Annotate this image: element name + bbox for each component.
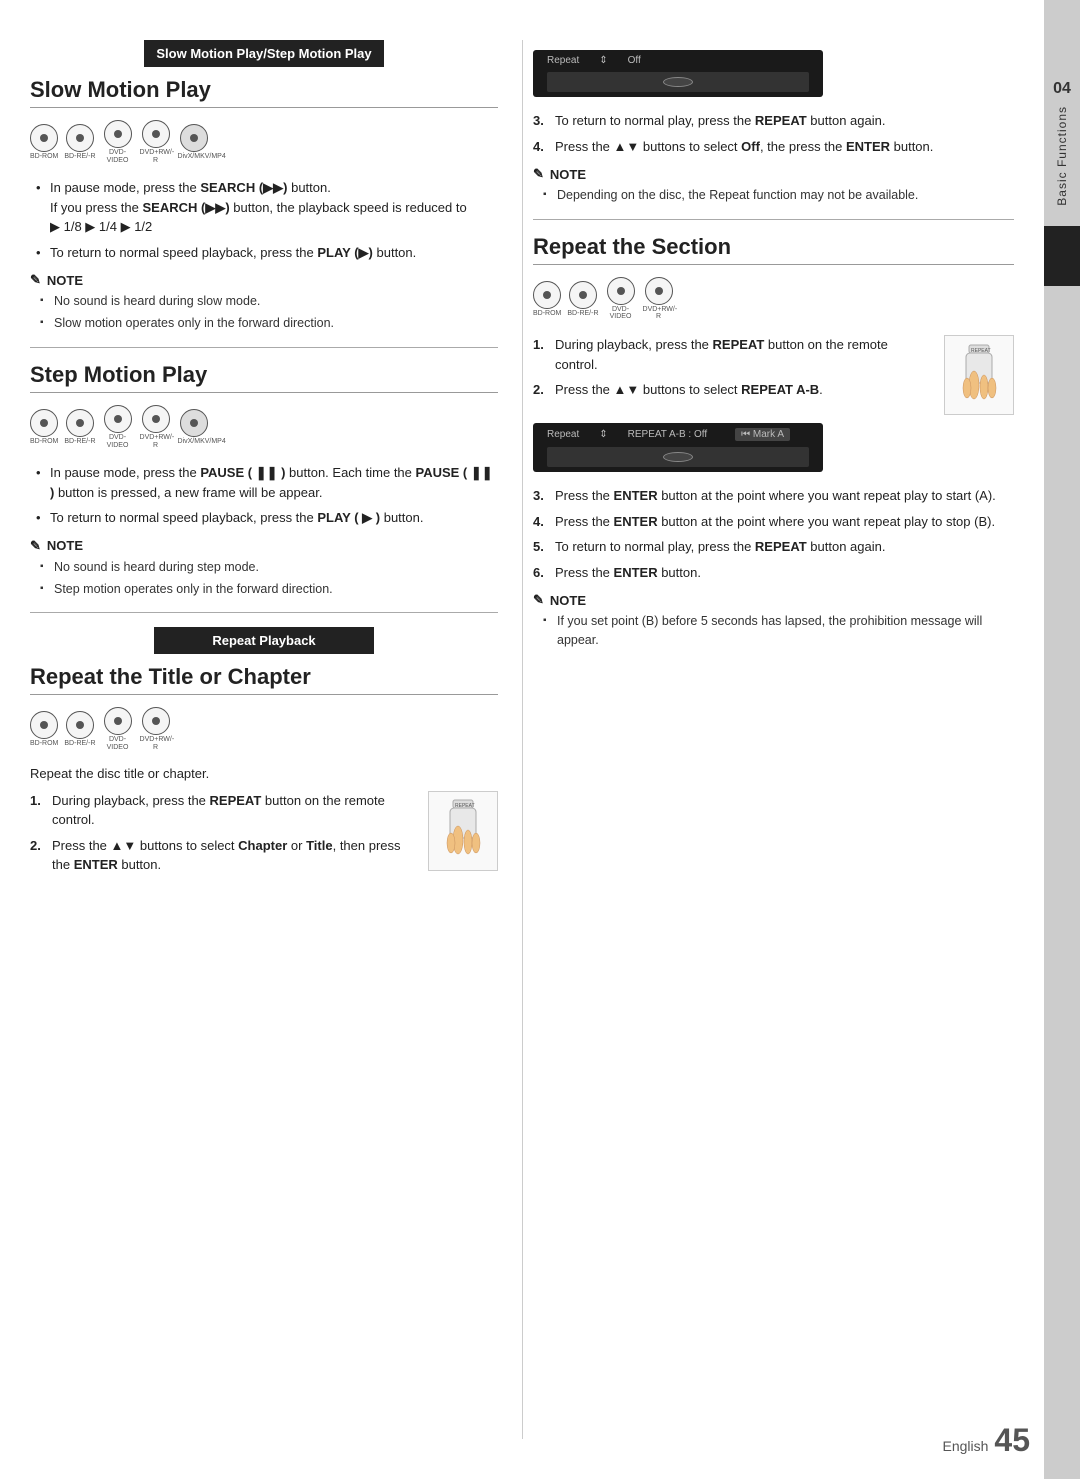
- repeat-disc-bdrom: BD-ROM: [30, 711, 58, 748]
- repeat-playback-banner-wrapper: Repeat Playback: [30, 627, 498, 660]
- note-icon-4: ✎: [533, 592, 544, 608]
- step-disc-dvdrw: DVD+RW/-R: [140, 405, 172, 449]
- right-note-top: ✎ NOTE Depending on the disc, the Repeat…: [533, 166, 1014, 205]
- step-motion-bullet-1: In pause mode, press the PAUSE ( ❚❚ ) bu…: [36, 463, 498, 502]
- right-step-3: 3. To return to normal play, press the R…: [533, 111, 1014, 131]
- repeat-disc-bdrer: BD-RE/-R: [64, 711, 95, 748]
- right-note-bottom-1: If you set point (B) before 5 seconds ha…: [543, 612, 1014, 650]
- rs-step-3: 3. Press the ENTER button at the point w…: [533, 486, 1014, 506]
- disc-icon-dvdvideo: DVD-VIDEO: [102, 120, 134, 164]
- right-note-bottom-list: If you set point (B) before 5 seconds ha…: [533, 612, 1014, 650]
- rs-disc-bdrer: BD-RE/-R: [567, 281, 598, 318]
- slow-motion-disc-icons: BD-ROM BD-RE/-R DVD-VIDEO DVD+RW/-R DivX…: [30, 120, 498, 164]
- repeat-section-disc-icons: BD-ROM BD-RE/-R DVD-VIDEO DVD+RW/-R: [533, 277, 1014, 321]
- side-tab: 04 Basic Functions: [1044, 0, 1080, 1479]
- repeat-section-title: Repeat the Section: [533, 234, 1014, 265]
- step-motion-title: Step Motion Play: [30, 362, 498, 393]
- slow-motion-bullet-2: To return to normal speed playback, pres…: [36, 243, 498, 263]
- repeat-ab-bar: Repeat ⇕ REPEAT A-B : Off ⏮ Mark A: [533, 423, 823, 472]
- playbar-repeat-label: Repeat: [547, 55, 579, 66]
- right-step-4: 4. Press the ▲▼ buttons to select Off, t…: [533, 137, 1014, 157]
- repeat-disc-dvdvideo: DVD-VIDEO: [102, 707, 134, 751]
- repeat-steps-wrapper: REPEAT 1. During playback, press the REP…: [30, 791, 498, 885]
- right-note-bottom: ✎ NOTE If you set point (B) before 5 sec…: [533, 592, 1014, 650]
- remote-hand-illustration-2: REPEAT: [944, 335, 1014, 415]
- slow-motion-bullets: In pause mode, press the SEARCH (▶▶) but…: [30, 178, 498, 262]
- chapter-number: 04: [1053, 80, 1071, 98]
- main-content: Slow Motion Play/Step Motion Play Slow M…: [0, 0, 1044, 1479]
- step-motion-note: ✎ NOTE No sound is heard during step mod…: [30, 538, 498, 599]
- disc-icon-bdrom: BD-ROM: [30, 124, 58, 161]
- step-motion-note-2: Step motion operates only in the forward…: [40, 580, 498, 599]
- playbar-off-label: Off: [628, 55, 641, 66]
- ab-arrow: ⇕: [599, 429, 607, 440]
- page-language-label: English: [942, 1438, 988, 1454]
- repeat-step-1: 1. During playback, press the REPEAT but…: [30, 791, 418, 830]
- rs-step-2: 2. Press the ▲▼ buttons to select REPEAT…: [533, 380, 934, 400]
- note-icon-1: ✎: [30, 272, 41, 288]
- repeat-playback-banner: Repeat Playback: [154, 627, 374, 654]
- note-title-3: NOTE: [550, 167, 586, 182]
- right-note-top-list: Depending on the disc, the Repeat functi…: [533, 186, 1014, 205]
- page-wrapper: Slow Motion Play/Step Motion Play Slow M…: [0, 0, 1080, 1479]
- step-motion-note-list: No sound is heard during step mode. Step…: [30, 558, 498, 599]
- chapter-label: Basic Functions: [1055, 106, 1069, 206]
- ab-repeat-label: Repeat: [547, 429, 579, 440]
- right-steps-top: 3. To return to normal play, press the R…: [533, 111, 1014, 156]
- playbar-arrow: ⇕: [599, 55, 607, 66]
- ab-value-label: REPEAT A-B : Off: [628, 429, 707, 440]
- step-disc-bdrer: BD-RE/-R: [64, 409, 95, 446]
- disc-icon-divx: DivX/MKV/MP4: [178, 124, 210, 161]
- slow-motion-note-list: No sound is heard during slow mode. Slow…: [30, 292, 498, 333]
- step-disc-bdrom: BD-ROM: [30, 409, 58, 446]
- rs-step-5: 5. To return to normal play, press the R…: [533, 537, 1014, 557]
- note-title-1: NOTE: [47, 273, 83, 288]
- step-motion-note-1: No sound is heard during step mode.: [40, 558, 498, 577]
- display-bar-wrapper-2: Repeat ⇕ REPEAT A-B : Off ⏮ Mark A: [533, 423, 1014, 472]
- repeat-intro: Repeat the disc title or chapter.: [30, 766, 498, 781]
- step-disc-divx: DivX/MKV/MP4: [178, 409, 210, 446]
- slow-motion-banner-wrapper: Slow Motion Play/Step Motion Play: [30, 40, 498, 73]
- repeat-disc-dvdrw: DVD+RW/-R: [140, 707, 172, 751]
- disc-icon-dvdrw: DVD+RW/-R: [140, 120, 172, 164]
- repeat-step-2: 2. Press the ▲▼ buttons to select Chapte…: [30, 836, 418, 875]
- remote-hand-illustration-1: REPEAT: [428, 791, 498, 871]
- repeat-title-section-title: Repeat the Title or Chapter: [30, 664, 498, 695]
- side-tab-accent: [1044, 226, 1080, 286]
- slow-motion-bullet-1: In pause mode, press the SEARCH (▶▶) but…: [36, 178, 498, 237]
- step-motion-disc-icons: BD-ROM BD-RE/-R DVD-VIDEO DVD+RW/-R DivX…: [30, 405, 498, 449]
- repeat-section-steps2: 3. Press the ENTER button at the point w…: [533, 486, 1014, 582]
- rs-step-6: 6. Press the ENTER button.: [533, 563, 1014, 583]
- rs-disc-dvdrw: DVD+RW/-R: [643, 277, 675, 321]
- rs-disc-bdrom: BD-ROM: [533, 281, 561, 318]
- repeat-section-steps-wrapper: REPEAT 1. During playback, press the REP…: [533, 335, 1014, 423]
- disc-icon-bdrer: BD-RE/-R: [64, 124, 95, 161]
- note-icon-2: ✎: [30, 538, 41, 554]
- ab-mark-button: ⏮ Mark A: [735, 428, 790, 441]
- right-column: Repeat ⇕ Off 3. To return to normal play…: [522, 40, 1014, 1439]
- repeat-disc-icons: BD-ROM BD-RE/-R DVD-VIDEO DVD+RW/-R: [30, 707, 498, 751]
- note-icon-3: ✎: [533, 166, 544, 182]
- left-column: Slow Motion Play/Step Motion Play Slow M…: [30, 40, 522, 1439]
- playback-bar-1: Repeat ⇕ Off: [533, 50, 823, 97]
- right-note-top-1: Depending on the disc, the Repeat functi…: [543, 186, 1014, 205]
- repeat-section-steps1: 1. During playback, press the REPEAT but…: [533, 335, 1014, 400]
- slow-motion-note-2: Slow motion operates only in the forward…: [40, 314, 498, 333]
- step-motion-bullet-2: To return to normal speed playback, pres…: [36, 508, 498, 528]
- rs-step-1: 1. During playback, press the REPEAT but…: [533, 335, 934, 374]
- slow-motion-note: ✎ NOTE No sound is heard during slow mod…: [30, 272, 498, 333]
- note-title-4: NOTE: [550, 593, 586, 608]
- slow-motion-banner: Slow Motion Play/Step Motion Play: [144, 40, 383, 67]
- page-number: 45: [994, 1422, 1030, 1459]
- page-number-area: English 45: [942, 1422, 1030, 1459]
- rs-disc-dvdvideo: DVD-VIDEO: [605, 277, 637, 321]
- step-disc-dvdvideo: DVD-VIDEO: [102, 405, 134, 449]
- slow-motion-note-1: No sound is heard during slow mode.: [40, 292, 498, 311]
- step-motion-bullets: In pause mode, press the PAUSE ( ❚❚ ) bu…: [30, 463, 498, 528]
- slow-motion-title: Slow Motion Play: [30, 77, 498, 108]
- rs-step-4: 4. Press the ENTER button at the point w…: [533, 512, 1014, 532]
- display-bar-wrapper-1: Repeat ⇕ Off: [533, 50, 1014, 97]
- note-title-2: NOTE: [47, 538, 83, 553]
